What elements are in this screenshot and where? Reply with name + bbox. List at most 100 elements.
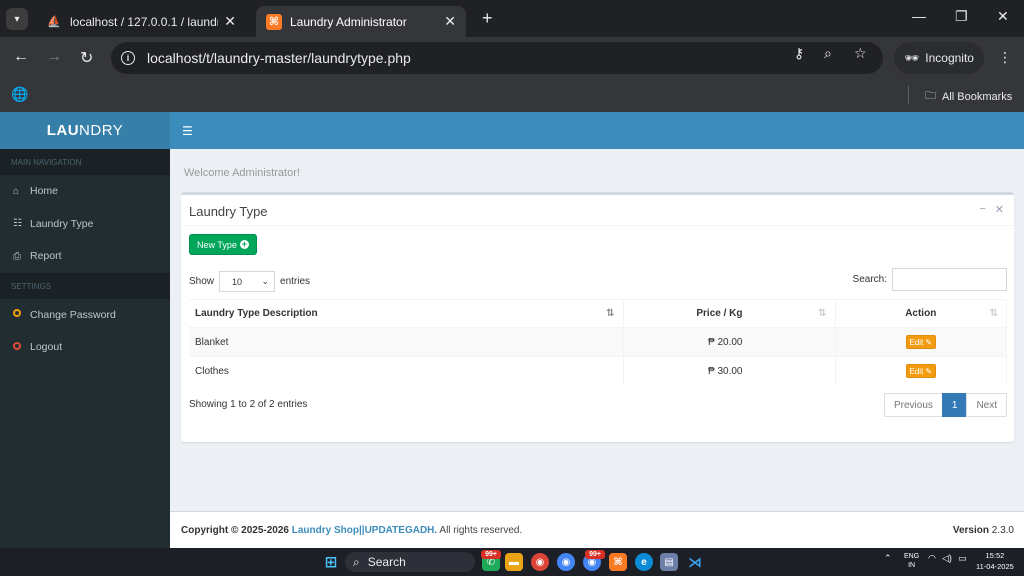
browser-toolbar: ← → ↻ i localhost/t/laundry-master/laund… [0, 37, 1024, 79]
version-number: 2.3.0 [991, 525, 1014, 536]
circle-icon [13, 341, 21, 350]
sidebar-item-label: Home [30, 185, 59, 198]
box-tools: − ✕ [979, 203, 1004, 216]
sort-icon: ⇅ [989, 308, 998, 319]
brand-link[interactable]: Laundry Shop||UPDATEGADH. [292, 525, 437, 536]
time-text: 15:52 [985, 551, 1005, 560]
incognito-icon: 🕶 [904, 51, 920, 65]
password-key-icon[interactable]: ⚷ [794, 45, 804, 62]
bookmarks-divider [908, 86, 909, 104]
windows-taskbar: ⊞ ⌕ Search ✆ 99+ ▬ ◉ ◉ ◉ 99+ ⌘ e ▤ ⋊ ⌃ E… [0, 548, 1024, 576]
phpmyadmin-icon: ⛵ [47, 16, 61, 28]
table-info: Showing 1 to 2 of 2 entries [189, 399, 308, 410]
circle-icon [13, 309, 21, 318]
region-code: IN [908, 562, 916, 569]
sidebar-toggle-icon[interactable]: ☰ [182, 124, 193, 138]
page-button-1[interactable]: 1 [941, 393, 968, 417]
sidebar-header-main: MAIN NAVIGATION [0, 149, 170, 175]
chrome-icon[interactable]: ◉ [531, 553, 549, 571]
cell-description: Clothes [189, 356, 624, 386]
language-indicator[interactable]: ENG IN [904, 552, 919, 570]
print-icon: ⎙ [13, 250, 21, 262]
edit-button[interactable]: Edit ✎ [905, 364, 936, 379]
close-tab-icon[interactable]: ✕ [444, 13, 456, 30]
address-bar[interactable]: i localhost/t/laundry-master/laundrytype… [111, 42, 883, 74]
close-tab-icon[interactable]: ✕ [224, 13, 236, 30]
new-type-button[interactable]: New Type + [189, 234, 257, 255]
site-info-icon[interactable]: i [121, 51, 135, 65]
forward-icon[interactable]: → [46, 48, 62, 66]
sidebar-item-report[interactable]: ⎙ Report [0, 240, 170, 273]
sidebar-item-laundry-type[interactable]: ☷ Laundry Type [0, 208, 170, 241]
new-tab-icon[interactable]: + [482, 8, 493, 29]
edit-button[interactable]: Edit ✎ [905, 335, 936, 349]
taskbar-search[interactable]: ⌕ Search [345, 552, 475, 572]
edge-icon[interactable]: e [635, 553, 653, 571]
column-header-action[interactable]: Action ⇅ [835, 299, 1007, 328]
file-explorer-icon[interactable]: ▬ [505, 553, 523, 571]
previous-page-button[interactable]: Previous [883, 393, 943, 417]
app-logo[interactable]: LAU NDRY [0, 112, 170, 149]
sidebar-item-home[interactable]: ⌂ Home [0, 175, 170, 208]
box-divider [181, 225, 1014, 226]
sidebar-item-change-password[interactable]: Change Password [0, 299, 170, 332]
entries-label: entries [280, 276, 311, 287]
volume-icon[interactable]: ◁) [942, 553, 952, 564]
main-content: Welcome Administrator! Laundry Type − ✕ … [170, 149, 1024, 511]
sidebar-item-label: Laundry Type [30, 217, 94, 230]
pagination: Previous 1 Next [883, 393, 1007, 417]
browser-menu-icon[interactable]: ⋮ [998, 49, 1012, 66]
close-window-icon[interactable]: ✕ [997, 8, 1009, 25]
entries-select[interactable]: 10 ⌄ [219, 271, 276, 292]
xampp-taskbar-icon[interactable]: ⌘ [609, 553, 627, 571]
back-icon[interactable]: ← [13, 48, 29, 66]
browser-tab-phpmyadmin[interactable]: ⛵ localhost / 127.0.0.1 / laundry / us ✕ [36, 6, 246, 37]
logo-rest: NDRY [79, 122, 124, 139]
collapse-icon[interactable]: − [979, 203, 985, 216]
table-row: Clothes ₱ 30.00 Edit ✎ [189, 356, 1007, 386]
taskbar-search-label: Search [367, 555, 406, 569]
all-bookmarks-label: All Bookmarks [942, 90, 1013, 103]
cell-action: Edit ✎ [835, 327, 1007, 357]
browser-tab-laundry[interactable]: ⌘ Laundry Administrator ✕ [256, 6, 466, 37]
column-header-description[interactable]: Laundry Type Description ⇅ [189, 299, 624, 328]
restore-icon[interactable]: ❐ [955, 8, 968, 25]
tab-search-button[interactable]: ▾ [6, 8, 28, 30]
column-label: Action [905, 308, 937, 319]
bookmarks-bar: 🌐 🗀 All Bookmarks [0, 79, 1024, 112]
all-bookmarks-button[interactable]: 🗀 All Bookmarks [925, 87, 1012, 106]
plus-circle-icon: + [239, 239, 249, 249]
home-icon: ⌂ [13, 185, 20, 197]
zoom-icon[interactable]: ⌕ [824, 45, 832, 62]
welcome-text: Welcome Administrator! [184, 167, 300, 179]
globe-icon[interactable]: 🌐 [11, 86, 28, 103]
wifi-icon[interactable]: ◠ [928, 553, 936, 564]
clock[interactable]: 15:52 11-04-2025 [976, 550, 1014, 572]
xampp-icon: ⌘ [266, 13, 282, 30]
notepad-icon[interactable]: ▤ [660, 553, 678, 571]
laundry-app: LAU NDRY ☰ MAIN NAVIGATION ⌂ Home ☷ Laund… [0, 112, 1024, 548]
incognito-button[interactable]: 🕶 Incognito [894, 42, 984, 74]
show-hidden-icons[interactable]: ⌃ [884, 553, 892, 564]
next-page-button[interactable]: Next [966, 393, 1007, 417]
search-input[interactable] [892, 268, 1007, 291]
sidebar-item-label: Logout [30, 341, 63, 354]
edit-icon: ✎ [925, 337, 932, 347]
sidebar-item-label: Change Password [30, 308, 116, 321]
reload-icon[interactable]: ↻ [80, 48, 93, 68]
rights-text: All rights reserved. [439, 525, 523, 536]
bookmark-star-icon[interactable]: ☆ [854, 45, 867, 62]
column-header-price[interactable]: Price / Kg ⇅ [623, 299, 836, 328]
windows-start-icon[interactable]: ⊞ [322, 553, 340, 571]
sidebar-item-logout[interactable]: Logout [0, 331, 170, 364]
remove-icon[interactable]: ✕ [995, 203, 1004, 216]
table-row: Blanket ₱ 20.00 Edit ✎ [189, 327, 1007, 357]
vscode-icon[interactable]: ⋊ [686, 553, 704, 571]
chrome-profile-icon[interactable]: ◉ [557, 553, 575, 571]
notification-badge: 99+ [585, 550, 605, 559]
minimize-icon[interactable]: — [912, 8, 926, 24]
copyright: Copyright © 2025-2026 Laundry Shop||UPDA… [181, 525, 522, 536]
top-navbar: ☰ [170, 112, 1024, 149]
battery-icon[interactable]: ▭ [958, 553, 967, 564]
tab-title: Laundry Administrator [290, 14, 407, 29]
